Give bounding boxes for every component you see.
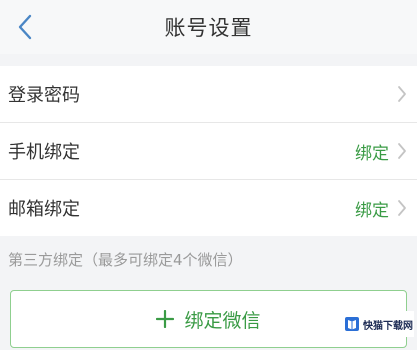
row-label: 登录密码 <box>8 85 80 106</box>
status-bound: 绑定 <box>355 200 389 221</box>
watermark-text: 快猫下载网 <box>363 320 413 332</box>
row-phone-binding[interactable]: 手机绑定 绑定 <box>0 122 417 179</box>
chevron-left-icon <box>18 14 32 40</box>
account-settings-page: 账号设置 登录密码 手机绑定 绑定 邮箱绑定 绑定 第三方绑定（最多可绑定4个微… <box>0 0 417 350</box>
row-right: 绑定 <box>355 180 407 236</box>
plus-icon <box>156 310 175 328</box>
status-bound: 绑定 <box>355 143 389 164</box>
watermark-logo: 快猫下载网 <box>340 311 414 337</box>
book-icon <box>345 317 359 331</box>
row-right <box>397 66 407 122</box>
nav-header: 账号设置 <box>0 0 417 54</box>
row-login-password[interactable]: 登录密码 <box>0 66 417 122</box>
row-label: 邮箱绑定 <box>8 199 80 220</box>
row-label: 手机绑定 <box>8 142 80 163</box>
chevron-right-icon <box>398 200 406 216</box>
settings-list: 登录密码 手机绑定 绑定 邮箱绑定 绑定 <box>0 66 417 236</box>
chevron-right-icon <box>398 143 406 159</box>
bind-wechat-label: 绑定微信 <box>184 309 261 332</box>
page-title: 账号设置 <box>164 16 253 40</box>
row-right: 绑定 <box>355 123 407 179</box>
third-party-section-label: 第三方绑定（最多可绑定4个微信） <box>8 251 243 269</box>
row-email-binding[interactable]: 邮箱绑定 绑定 <box>0 179 417 236</box>
back-button[interactable] <box>10 10 40 44</box>
chevron-right-icon <box>398 86 406 102</box>
